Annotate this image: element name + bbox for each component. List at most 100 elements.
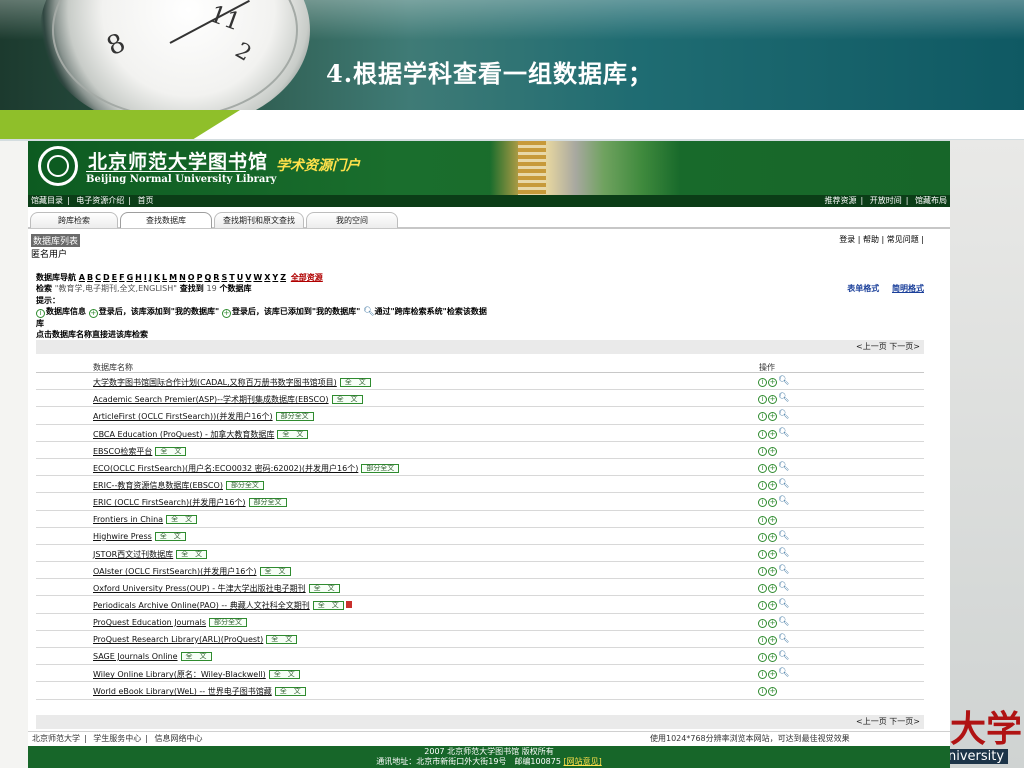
search-magnifier-icon[interactable]: 🔍︎: [778, 462, 789, 472]
info-icon[interactable]: i: [758, 515, 767, 525]
add-to-my-db-icon[interactable]: +: [768, 687, 777, 697]
database-name-link[interactable]: ProQuest Research Library(ARL)(ProQuest)…: [93, 634, 298, 644]
utility-links[interactable]: 登录 | 帮助 | 常见问题 |: [839, 234, 924, 245]
add-to-my-db-icon[interactable]: +: [768, 584, 777, 594]
search-magnifier-icon[interactable]: 🔍︎: [778, 617, 789, 627]
search-magnifier-icon[interactable]: 🔍︎: [778, 376, 789, 386]
nav-recommended-link[interactable]: 推荐资源: [825, 196, 857, 205]
add-to-my-db-icon[interactable]: +: [768, 601, 777, 611]
nav-hours-link[interactable]: 开放时间: [870, 196, 902, 205]
letter-link-e[interactable]: E: [112, 273, 117, 282]
database-name-link[interactable]: EBSCO检索平台全 文: [93, 446, 187, 457]
letter-link-o[interactable]: O: [188, 273, 195, 282]
add-to-my-db-icon[interactable]: +: [768, 549, 777, 559]
database-name-link[interactable]: Periodicals Archive Online(PAO) -- 典藏人文社…: [93, 600, 352, 611]
add-to-my-db-icon[interactable]: +: [768, 481, 777, 491]
add-to-my-db-icon[interactable]: +: [768, 463, 777, 473]
database-name-link[interactable]: World eBook Library(WeL) -- 世界电子图书馆藏全 文: [93, 686, 306, 697]
letter-link-w[interactable]: W: [253, 273, 262, 282]
tab-cross-search[interactable]: 跨库检索: [30, 212, 118, 228]
info-icon[interactable]: i: [758, 549, 767, 559]
table-format-link[interactable]: 表单格式: [847, 284, 879, 293]
add-to-my-db-icon[interactable]: +: [768, 670, 777, 680]
info-icon[interactable]: i: [758, 618, 767, 628]
search-magnifier-icon[interactable]: 🔍︎: [778, 410, 789, 420]
letter-link-p[interactable]: P: [197, 273, 203, 282]
add-to-my-db-icon[interactable]: +: [768, 395, 777, 405]
letter-link-g[interactable]: G: [127, 273, 134, 282]
add-to-my-db-icon[interactable]: +: [768, 635, 777, 645]
info-icon[interactable]: i: [758, 635, 767, 645]
search-magnifier-icon[interactable]: 🔍︎: [778, 565, 789, 575]
info-icon[interactable]: i: [758, 412, 767, 422]
search-magnifier-icon[interactable]: 🔍︎: [778, 599, 789, 609]
letter-link-q[interactable]: Q: [204, 273, 211, 282]
database-name-link[interactable]: Oxford University Press(OUP) - 牛津大学出版社电子…: [93, 583, 340, 594]
info-icon[interactable]: i: [758, 463, 767, 473]
letter-link-b[interactable]: B: [87, 273, 93, 282]
next-page-link[interactable]: 下一页>: [889, 717, 920, 726]
database-name-link[interactable]: JSTOR西文过刊数据库全 文: [93, 549, 208, 560]
info-icon[interactable]: i: [758, 481, 767, 491]
letter-link-a[interactable]: A: [79, 273, 85, 282]
database-name-link[interactable]: SAGE Journals Online 全 文: [93, 652, 212, 661]
database-name-link[interactable]: 大学数字图书馆国际合作计划(CADAL,又称百万册书数字图书馆项目) 全 文: [93, 377, 371, 388]
database-name-link[interactable]: OAIster (OCLC FirstSearch)(并发用户16个) 全 文: [93, 566, 291, 577]
letter-link-c[interactable]: C: [95, 273, 101, 282]
search-magnifier-icon[interactable]: 🔍︎: [778, 668, 789, 678]
all-resources-link[interactable]: 全部资源: [291, 273, 323, 282]
add-to-my-db-icon[interactable]: +: [768, 498, 777, 508]
nav-eresources-link[interactable]: 电子资源介绍: [76, 196, 124, 205]
info-icon[interactable]: i: [758, 687, 767, 697]
nav-home-link[interactable]: 首页: [138, 196, 154, 205]
info-icon[interactable]: i: [758, 498, 767, 508]
info-icon[interactable]: i: [758, 584, 767, 594]
database-name-link[interactable]: Wiley Online Library(原名：Wiley-Blackwell)…: [93, 669, 300, 680]
tab-my-space[interactable]: 我的空间: [306, 212, 398, 228]
add-to-my-db-icon[interactable]: +: [768, 429, 777, 439]
database-name-link[interactable]: ArticleFirst (OCLC FirstSearch))(并发用户16个…: [93, 411, 314, 422]
search-magnifier-icon[interactable]: 🔍︎: [778, 479, 789, 489]
letter-link-j[interactable]: J: [149, 273, 152, 282]
search-magnifier-icon[interactable]: 🔍︎: [778, 634, 789, 644]
database-name-link[interactable]: ECO(OCLC FirstSearch)(用户名:ECO0032 密码:620…: [93, 463, 400, 474]
letter-link-m[interactable]: M: [169, 273, 177, 282]
letter-link-d[interactable]: D: [103, 273, 110, 282]
brief-format-link[interactable]: 简明格式: [892, 284, 924, 293]
database-name-link[interactable]: CBCA Education (ProQuest) - 加拿大教育数据库全 文: [93, 429, 309, 440]
search-magnifier-icon[interactable]: 🔍︎: [778, 496, 789, 506]
search-magnifier-icon[interactable]: 🔍︎: [778, 651, 789, 661]
letter-link-y[interactable]: Y: [272, 273, 278, 282]
database-name-link[interactable]: Highwire Press 全 文: [93, 531, 186, 541]
info-icon[interactable]: i: [758, 532, 767, 542]
prev-page-link[interactable]: <上一页: [856, 717, 887, 726]
info-icon[interactable]: i: [758, 395, 767, 405]
letter-link-n[interactable]: N: [179, 273, 186, 282]
add-to-my-db-icon[interactable]: +: [768, 618, 777, 628]
prev-page-link[interactable]: <上一页: [856, 342, 887, 351]
letter-link-l[interactable]: L: [162, 273, 167, 282]
search-magnifier-icon[interactable]: 🔍︎: [778, 582, 789, 592]
info-icon[interactable]: i: [758, 670, 767, 680]
next-page-link[interactable]: 下一页>: [889, 342, 920, 351]
letter-link-z[interactable]: Z: [280, 273, 286, 282]
database-name-link[interactable]: ERIC--教育资源信息数据库(EBSCO) 部分全文: [93, 480, 264, 491]
add-to-my-db-icon[interactable]: +: [768, 378, 777, 387]
tab-find-journal[interactable]: 查找期刊和原文查找: [214, 212, 304, 228]
footer-network-link[interactable]: 信息网络中心: [155, 734, 203, 743]
tab-find-database[interactable]: 查找数据库: [120, 212, 212, 228]
footer-student-link[interactable]: 学生服务中心: [93, 734, 141, 743]
search-magnifier-icon[interactable]: 🔍︎: [778, 393, 789, 403]
nav-catalog-link[interactable]: 馆藏目录: [31, 196, 63, 205]
database-name-link[interactable]: Academic Search Premier(ASP)--学术期刊集成数据库(…: [93, 394, 363, 405]
database-name-link[interactable]: ERIC (OCLC FirstSearch)(并发用户16个) 部分全文: [93, 497, 287, 508]
info-icon[interactable]: i: [758, 378, 767, 387]
database-name-link[interactable]: ProQuest Education Journals 部分全文: [93, 617, 248, 627]
info-icon[interactable]: i: [758, 429, 767, 439]
letter-link-f[interactable]: F: [119, 273, 124, 282]
info-icon[interactable]: i: [758, 653, 767, 662]
search-magnifier-icon[interactable]: 🔍︎: [778, 428, 789, 438]
letter-link-h[interactable]: H: [135, 273, 142, 282]
feedback-link[interactable]: [网站意见]: [564, 757, 602, 766]
add-to-my-db-icon[interactable]: +: [768, 532, 777, 542]
